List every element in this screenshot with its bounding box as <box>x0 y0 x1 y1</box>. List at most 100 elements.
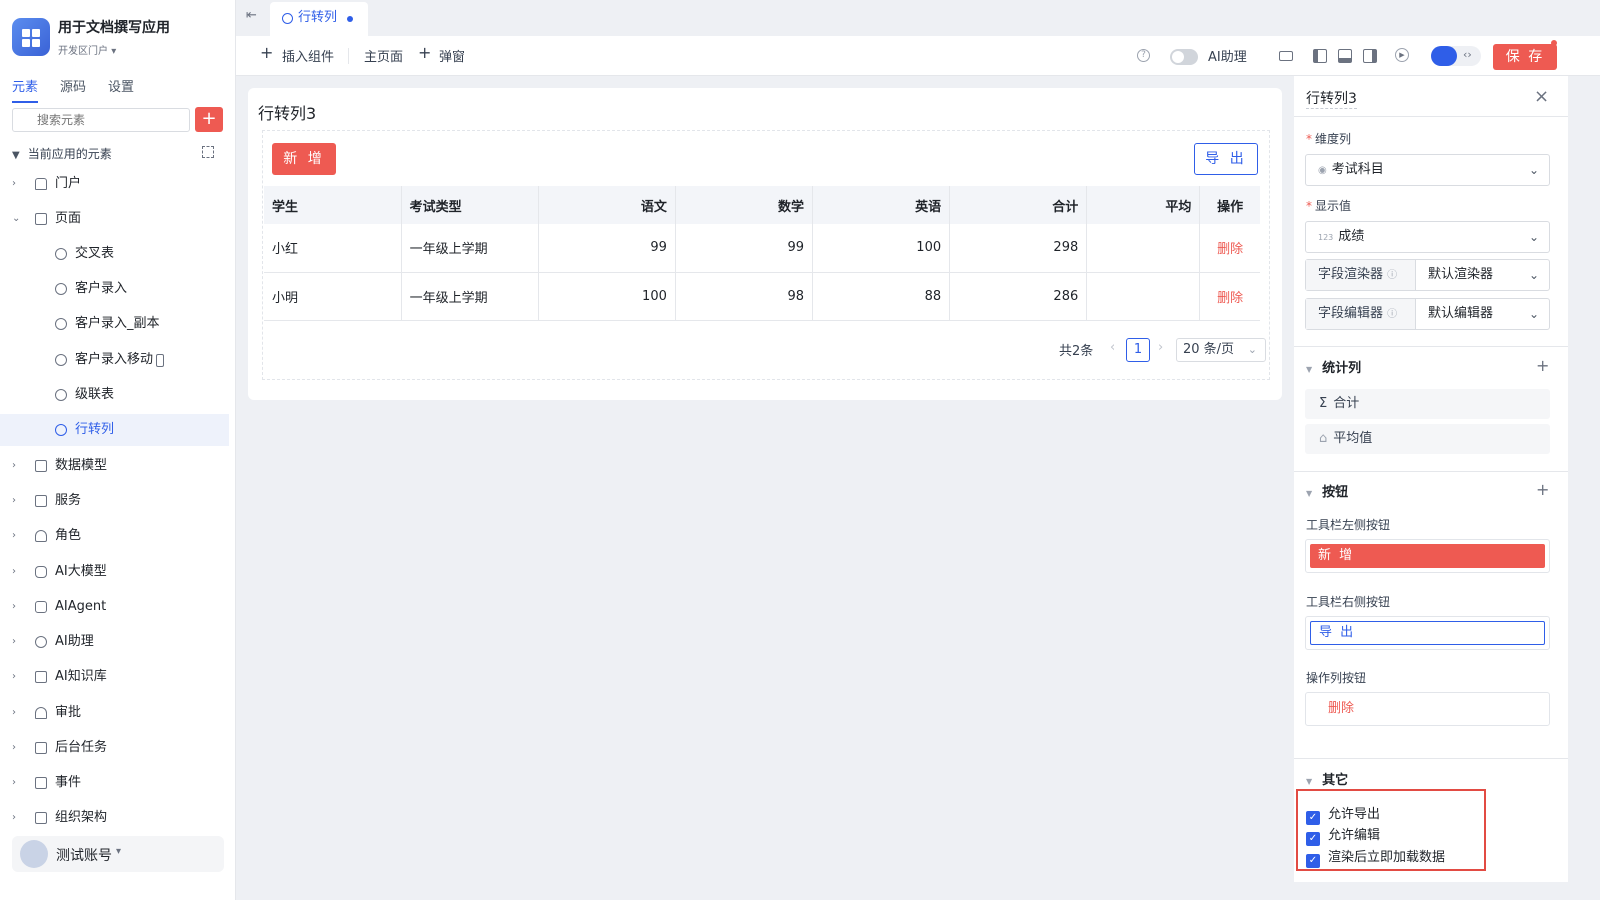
left-panel-icon[interactable] <box>1313 49 1327 63</box>
field-editor-select[interactable]: 字段编辑器 ⓘ 默认编辑器 ⌄ <box>1305 298 1550 330</box>
page-number[interactable]: 1 <box>1126 338 1150 362</box>
stat-sum-item[interactable]: Σ 合计 <box>1305 389 1550 419</box>
form-icon <box>55 389 67 401</box>
stats-section-header[interactable]: ▼ 统计列 <box>1306 357 1361 376</box>
sidebar-item-approval[interactable]: › 审批 <box>0 697 229 729</box>
sidebar-item-roles[interactable]: › 角色 <box>0 520 229 552</box>
sidebar-item-ai-assistant[interactable]: › AI助理 <box>0 626 229 658</box>
page-size-select[interactable]: 20 条/页 ⌄ <box>1176 338 1266 362</box>
column-header[interactable]: 语文 <box>538 186 676 224</box>
panel-title[interactable]: 行转列3 <box>1306 88 1357 109</box>
add-button-icon[interactable]: + <box>1536 480 1549 499</box>
chevron-right-icon: › <box>12 671 16 682</box>
table-cell: 88 <box>812 272 951 321</box>
right-buttons-box: 导 出 <box>1305 616 1550 650</box>
caret-down-icon: ▼ <box>1306 489 1313 498</box>
add-element-button[interactable]: + <box>195 107 223 132</box>
column-header[interactable]: 英语 <box>812 186 951 224</box>
field-renderer-select[interactable]: 字段渲染器 ⓘ 默认渲染器 ⌄ <box>1305 259 1550 291</box>
sidebar-item-events[interactable]: › 事件 <box>0 767 229 799</box>
collapse-sidebar-icon[interactable]: ⇤ <box>246 8 257 23</box>
sidebar-item-ai-knowledge[interactable]: › AI知识库 <box>0 661 229 693</box>
delete-link[interactable]: 删除 <box>1199 224 1260 273</box>
design-mode-icon[interactable] <box>1431 46 1457 66</box>
column-header[interactable]: 合计 <box>949 186 1088 224</box>
add-stat-button[interactable]: + <box>1536 356 1549 375</box>
sidebar-item-data-model[interactable]: › 数据模型 <box>0 450 229 482</box>
action-delete-button[interactable]: 删除 <box>1310 697 1545 721</box>
user-account[interactable]: 测试账号 ▾ <box>12 836 224 872</box>
tab-elements[interactable]: 元素 <box>12 76 39 103</box>
chevron-down-icon: ⌄ <box>12 213 21 224</box>
sidebar-item-customer-entry-copy[interactable]: 客户录入_副本 <box>0 308 229 340</box>
highlight-box <box>1296 789 1486 871</box>
table-cell <box>1086 272 1201 321</box>
sidebar-item-row-to-column[interactable]: 行转列 <box>0 414 229 446</box>
tab-row-to-column[interactable]: 行转列 <box>270 2 368 36</box>
form-icon <box>55 283 67 295</box>
org-chart-icon <box>35 812 47 824</box>
chevron-down-icon: ⌄ <box>1528 163 1539 177</box>
sidebar-item-customer-entry-mobile[interactable]: 客户录入移动 <box>0 344 229 376</box>
next-page-icon[interactable]: › <box>1158 340 1163 355</box>
help-icon[interactable]: ? <box>1137 49 1150 62</box>
tree-layout-icon[interactable] <box>202 146 214 158</box>
buttons-section-header[interactable]: ▼ 按钮 <box>1306 481 1348 500</box>
add-button[interactable]: 新 增 <box>272 143 336 175</box>
column-header[interactable]: 操作 <box>1199 186 1260 224</box>
table-header-row: 学生 考试类型 语文 数学 英语 合计 平均 操作 <box>264 186 1260 224</box>
display-value-select[interactable]: 123 成绩 ⌄ <box>1305 221 1550 253</box>
pager-total: 共2条 <box>1059 344 1094 359</box>
popup-button[interactable]: 弹窗 <box>439 46 465 65</box>
sidebar-item-cascade[interactable]: 级联表 <box>0 379 229 411</box>
column-header[interactable]: 平均 <box>1086 186 1201 224</box>
left-buttons-box: 新 增 <box>1305 539 1550 573</box>
main-page-button[interactable]: 主页面 <box>364 46 403 65</box>
tab-source[interactable]: 源码 <box>60 76 86 103</box>
other-section-header[interactable]: ▼ 其它 <box>1306 769 1348 788</box>
table-cell: 一年级上学期 <box>401 272 539 321</box>
sidebar-item-ai-agent[interactable]: › AIAgent <box>0 591 229 623</box>
table-cell: 100 <box>812 224 951 273</box>
dimension-select[interactable]: ◉ 考试科目 ⌄ <box>1305 154 1550 186</box>
left-add-button[interactable]: 新 增 <box>1310 544 1545 568</box>
right-export-button[interactable]: 导 出 <box>1310 621 1545 645</box>
delete-link[interactable]: 删除 <box>1199 272 1260 321</box>
sidebar-item-service[interactable]: › 服务 <box>0 485 229 517</box>
column-header[interactable]: 数学 <box>675 186 814 224</box>
sidebar-item-customer-entry[interactable]: 客户录入 <box>0 273 229 305</box>
app-logo-icon <box>12 18 50 56</box>
sidebar-item-portal[interactable]: › 门户 <box>0 168 229 200</box>
row-to-column-component[interactable]: 行转列3 新 增 导 出 学生 考试类型 语文 数学 英语 合计 平均 操作 小… <box>248 88 1282 400</box>
app-subtitle[interactable]: 开发区门户 ▾ <box>58 42 116 57</box>
column-header[interactable]: 考试类型 <box>401 186 539 224</box>
unsaved-dot <box>347 16 353 22</box>
chevron-right-icon: › <box>12 601 16 612</box>
view-mode-switch[interactable]: ‹› <box>1431 46 1481 66</box>
form-icon <box>55 424 67 436</box>
sidebar-item-crosstab[interactable]: 交叉表 <box>0 238 229 270</box>
action-buttons-label: 操作列按钮 <box>1306 671 1367 685</box>
sidebar-item-org[interactable]: › 组织架构 <box>0 802 229 834</box>
user-name: 测试账号 <box>56 848 112 864</box>
play-icon[interactable]: ▶ <box>1395 48 1409 62</box>
notification-dot <box>1551 40 1557 46</box>
insert-component-button[interactable]: 插入组件 <box>282 46 334 65</box>
prev-page-icon[interactable]: ‹ <box>1110 340 1115 355</box>
export-button[interactable]: 导 出 <box>1194 143 1258 175</box>
ai-assistant-toggle[interactable] <box>1170 49 1198 65</box>
tab-settings[interactable]: 设置 <box>108 76 134 103</box>
layout-icon[interactable] <box>1279 51 1293 61</box>
stat-avg-item[interactable]: ⌂ 平均值 <box>1305 424 1550 454</box>
close-icon[interactable]: × <box>1534 86 1549 107</box>
search-input[interactable] <box>12 108 190 132</box>
right-panel-icon[interactable] <box>1363 49 1377 63</box>
column-header[interactable]: 学生 <box>264 186 402 224</box>
save-button[interactable]: 保 存 <box>1493 44 1557 70</box>
tree-header[interactable]: ▼ 当前应用的元素 <box>12 145 112 162</box>
sidebar-item-ai-model[interactable]: › AI大模型 <box>0 556 229 588</box>
code-mode-icon[interactable]: ‹› <box>1463 48 1472 61</box>
sidebar-item-background-tasks[interactable]: › 后台任务 <box>0 732 229 764</box>
sidebar-item-pages[interactable]: ⌄ 页面 <box>0 203 229 235</box>
bottom-panel-icon[interactable] <box>1338 49 1352 63</box>
